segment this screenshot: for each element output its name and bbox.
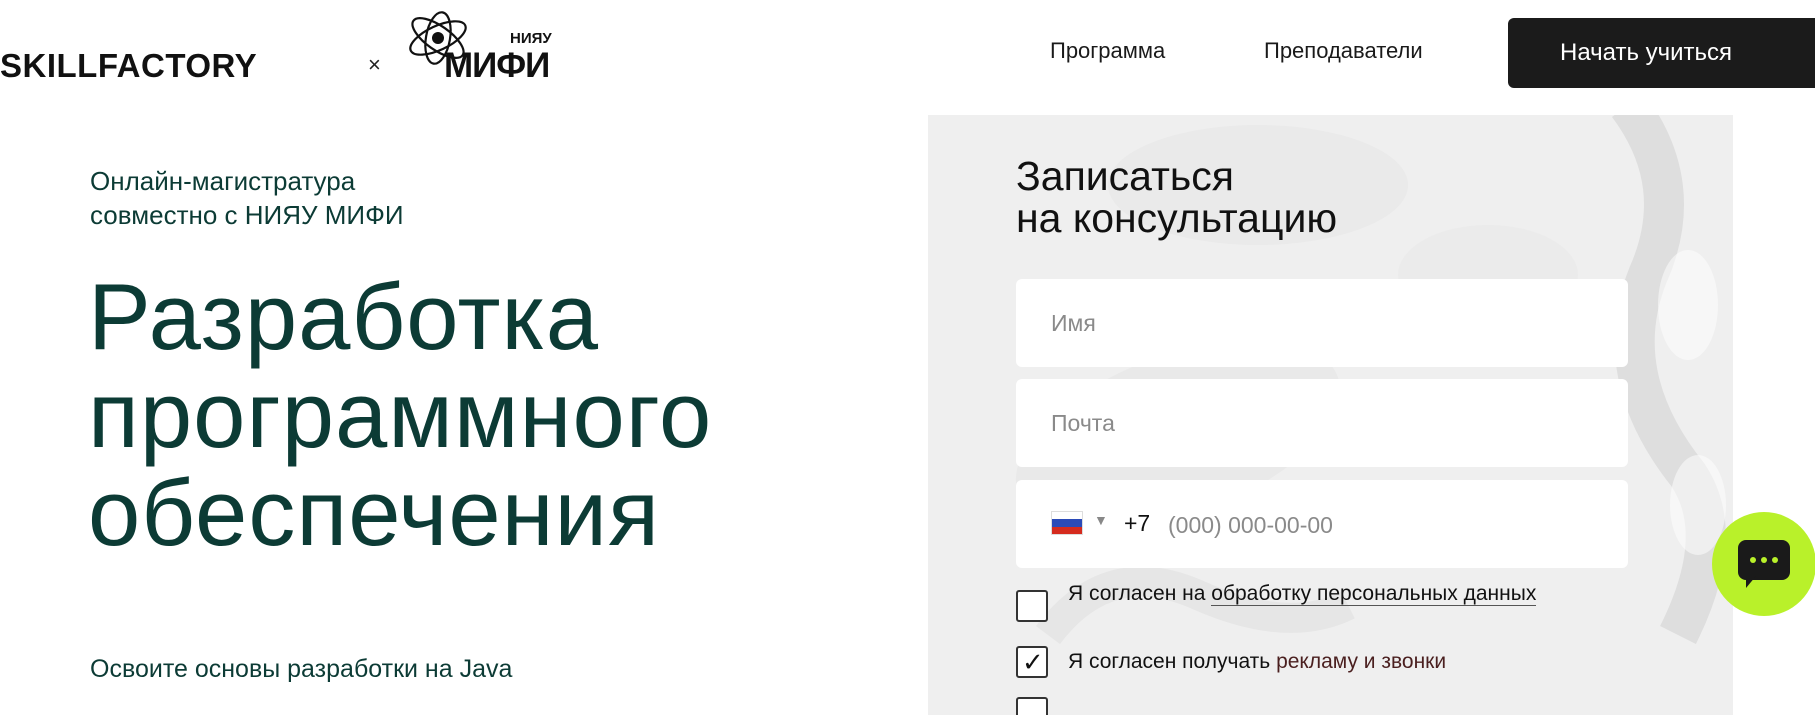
consent-personal-data-checkbox[interactable] xyxy=(1016,590,1048,622)
hero-subtitle: Онлайн-магистратура совместно с НИЯУ МИФ… xyxy=(90,164,610,232)
partner-logo-small-text: НИЯУ xyxy=(510,30,552,47)
personal-data-link[interactable]: обработку персональных данных xyxy=(1211,582,1537,606)
form-title: Записаться на консультацию xyxy=(1016,155,1576,239)
chat-widget-button[interactable] xyxy=(1712,512,1815,616)
page-title-line: программного xyxy=(88,362,713,467)
page-title-line: обеспечения xyxy=(88,460,660,565)
nav-teachers-link[interactable]: Преподаватели xyxy=(1264,38,1423,64)
consent-ads-checkbox[interactable]: ✓ xyxy=(1016,646,1048,678)
logo-separator: × xyxy=(368,52,381,77)
checkmark-icon: ✓ xyxy=(1022,647,1044,677)
chat-bubble-tail xyxy=(1746,576,1756,588)
skillfactory-logo[interactable]: SKILLFACTORY xyxy=(0,44,257,88)
phone-input[interactable] xyxy=(1166,500,1590,550)
chat-bubble-icon xyxy=(1738,540,1790,580)
ads-calls-link[interactable]: рекламу и звонки xyxy=(1276,650,1446,673)
nav-program-link[interactable]: Программа xyxy=(1050,38,1165,64)
russia-flag-icon[interactable] xyxy=(1051,511,1083,535)
name-field[interactable] xyxy=(1016,279,1628,367)
form-title-line: Записаться xyxy=(1016,153,1234,199)
mifi-logo[interactable]: НИЯУ МИФИ xyxy=(400,4,570,86)
phone-country-code: +7 xyxy=(1124,510,1151,536)
consent-personal-data-label: Я согласен на обработку персональных дан… xyxy=(1068,581,1588,607)
start-learning-button[interactable]: Начать учиться xyxy=(1508,18,1815,88)
consent-text: Я согласен получать xyxy=(1068,650,1277,673)
page-title: Разработка программного обеспечения xyxy=(88,268,908,562)
partner-logo-text: МИФИ xyxy=(444,46,550,85)
form-title-line: на консультацию xyxy=(1016,195,1338,241)
consent-ads-label: Я согласен получать рекламу и звонки xyxy=(1068,649,1588,675)
phone-field: ▼ +7 xyxy=(1016,480,1628,568)
hero-subtitle-line: совместно с НИЯУ МИФИ xyxy=(90,200,404,230)
hero-subtitle-line: Онлайн-магистратура xyxy=(90,166,356,196)
consent-text: Я согласен на xyxy=(1068,582,1212,605)
caret-down-icon[interactable]: ▼ xyxy=(1094,512,1108,528)
page-title-line: Разработка xyxy=(88,264,600,369)
consent-extra-checkbox[interactable] xyxy=(1016,697,1048,715)
consultation-form-panel: Записаться на консультацию ▼ +7 Я соглас… xyxy=(928,115,1733,715)
email-field[interactable] xyxy=(1016,379,1628,467)
hero-description: Освоите основы разработки на Java xyxy=(90,655,513,683)
